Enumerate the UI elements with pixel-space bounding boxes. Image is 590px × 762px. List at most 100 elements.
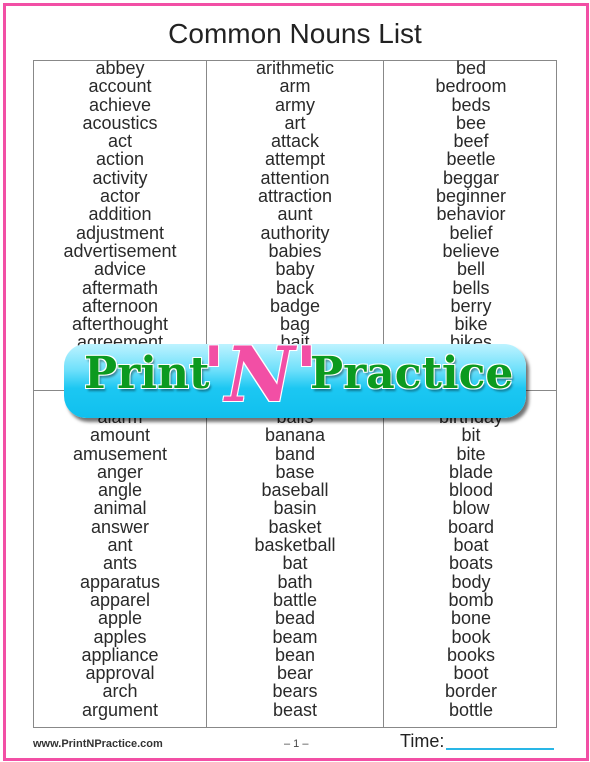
word-column-1-bottom: alarmamountamusementangerangleanimalansw… <box>34 408 206 719</box>
noun-word: argument <box>81 699 159 720</box>
noun-word: books <box>446 644 496 665</box>
noun-word: badge <box>269 295 321 316</box>
noun-word: actor <box>99 186 141 207</box>
noun-word: bite <box>456 443 486 464</box>
noun-word: band <box>274 443 316 464</box>
noun-word: beds <box>451 94 491 115</box>
noun-word: bike <box>454 314 488 335</box>
noun-word: bone <box>450 608 492 629</box>
word-column-2-top: arithmetic arm army art attack attempt attenti… <box>207 59 383 352</box>
noun-word: basket <box>268 516 322 537</box>
noun-word: attempt <box>264 149 326 170</box>
noun-word: beast <box>272 699 318 720</box>
noun-word: appliance <box>81 644 159 665</box>
noun-word: boat <box>453 535 489 556</box>
logo-practice-text: Practice <box>310 348 514 399</box>
noun-word: behavior <box>436 204 506 225</box>
noun-word: bell <box>456 259 486 280</box>
noun-word: baby <box>275 259 315 280</box>
time-blank-line[interactable] <box>446 748 554 750</box>
noun-word: beef <box>453 131 489 152</box>
noun-word: blade <box>448 461 494 482</box>
word-column-1-top: abbey account achieve acoustics act action act… <box>34 59 206 352</box>
noun-word: blow <box>452 498 490 519</box>
noun-word: bat <box>282 553 308 574</box>
noun-word: bath <box>277 571 313 592</box>
word-column-3-top: bed bedroom beds bee beef beetle beggar beginne… <box>384 59 558 352</box>
noun-word: bedroom <box>435 76 507 97</box>
noun-word: blood <box>448 480 494 501</box>
noun-word: beam <box>272 626 318 647</box>
noun-word: arm <box>279 76 311 97</box>
noun-word: adjustment <box>75 222 165 243</box>
noun-word: back <box>275 277 315 298</box>
noun-word: bean <box>274 644 316 665</box>
noun-word: arithmetic <box>255 58 335 78</box>
noun-word: base <box>275 461 315 482</box>
noun-word: advertisement <box>63 240 177 261</box>
noun-word: authority <box>260 222 330 243</box>
print-n-practice-logo: Print 'N' Practice <box>64 330 526 419</box>
noun-word: beetle <box>446 149 496 170</box>
noun-word: believe <box>442 240 500 261</box>
noun-word: apple <box>97 608 143 629</box>
noun-word: border <box>444 681 498 702</box>
noun-word: basin <box>273 498 317 519</box>
noun-word: battle <box>272 589 318 610</box>
noun-word: ants <box>102 553 138 574</box>
noun-word: aunt <box>277 204 313 225</box>
noun-word: bed <box>455 58 487 78</box>
noun-word: body <box>451 571 491 592</box>
noun-word: apples <box>93 626 147 647</box>
word-column-3-bottom: birthdaybitbitebladebloodblowboardboatbo… <box>384 408 558 719</box>
noun-word: afterthought <box>71 314 169 335</box>
noun-word: addition <box>88 204 152 225</box>
noun-word: achieve <box>88 94 152 115</box>
noun-word: aftermath <box>81 277 159 298</box>
page-title: Common Nouns List <box>168 18 422 49</box>
noun-word: abbey <box>95 58 145 78</box>
noun-word: apparel <box>89 589 151 610</box>
noun-word: boats <box>448 553 494 574</box>
noun-word: attack <box>270 131 320 152</box>
time-label: Time: <box>400 731 445 751</box>
noun-word: anger <box>96 461 144 482</box>
noun-word: bells <box>452 277 490 298</box>
noun-word: bottle <box>448 699 494 720</box>
noun-word: activity <box>92 167 148 188</box>
noun-word: belief <box>449 222 493 243</box>
noun-word: advice <box>93 259 147 280</box>
noun-word: attention <box>260 167 330 188</box>
noun-word: berry <box>450 295 492 316</box>
noun-word: babies <box>268 240 322 261</box>
noun-word: bee <box>455 112 487 133</box>
noun-word: bear <box>276 663 314 684</box>
noun-word: attraction <box>257 186 333 207</box>
noun-word: arch <box>102 681 138 702</box>
noun-word: board <box>447 516 495 537</box>
noun-word: book <box>451 626 491 647</box>
noun-word: action <box>95 149 145 170</box>
noun-word: art <box>284 112 306 133</box>
logo-print-text: Print <box>84 348 210 399</box>
noun-word: account <box>88 76 152 97</box>
noun-word: bead <box>274 608 316 629</box>
noun-word: boot <box>453 663 489 684</box>
footer-website: www.PrintNPractice.com <box>33 738 163 750</box>
noun-word: act <box>107 131 132 152</box>
noun-word: amount <box>89 425 151 446</box>
noun-word: banana <box>264 425 326 446</box>
noun-word: baseball <box>261 480 329 501</box>
noun-word: bears <box>272 681 318 702</box>
noun-word: ant <box>107 535 133 556</box>
noun-word: afternoon <box>81 295 159 316</box>
logo-n-text: 'N' <box>202 330 319 419</box>
noun-word: approval <box>85 663 155 684</box>
noun-word: angle <box>97 480 143 501</box>
noun-word: bomb <box>448 589 494 610</box>
noun-word: army <box>275 94 315 115</box>
noun-word: amusement <box>72 443 168 464</box>
word-column-2-bottom: ballsbananabandbasebaseballbasinbasketba… <box>207 408 383 719</box>
noun-word: answer <box>90 516 150 537</box>
noun-word: animal <box>93 498 147 519</box>
